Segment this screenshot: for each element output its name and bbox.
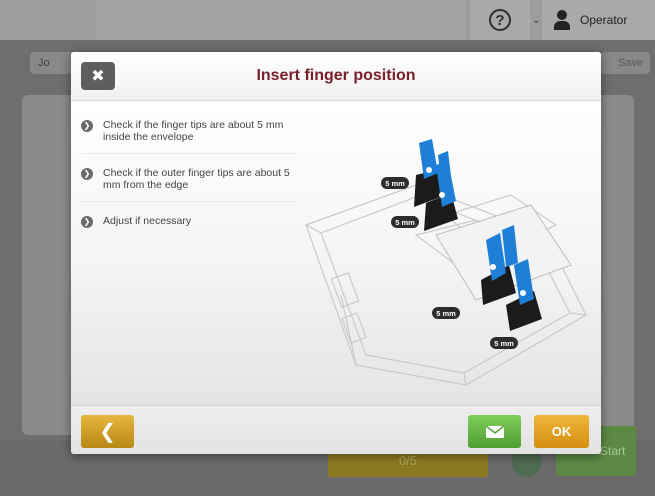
chevron-down-icon[interactable]: ⌄ (532, 15, 540, 26)
svg-text:5 mm: 5 mm (385, 179, 405, 188)
start-label: Start (600, 444, 626, 458)
chevron-right-icon: ❯ (81, 168, 93, 180)
measure-label: 5 mm (432, 307, 460, 319)
dialog-header: Insert finger position ✖ (71, 52, 601, 101)
instruction-step: ❯ Adjust if necessary (81, 211, 296, 238)
envelope-button[interactable] (468, 415, 521, 448)
instruction-text: Check if the outer finger tips are about… (103, 167, 290, 191)
measure-label: 5 mm (490, 337, 518, 349)
envelope-icon (485, 424, 504, 438)
chevron-left-icon: ❮ (99, 421, 116, 443)
counter-value: 0/5 (398, 453, 418, 468)
instruction-text: Check if the finger tips are about 5 mm … (103, 119, 284, 143)
instruction-step: ❯ Check if the outer finger tips are abo… (81, 163, 296, 202)
ok-label: OK (551, 424, 572, 439)
user-label: Operator (580, 13, 628, 27)
user-menu[interactable]: Operator (542, 0, 655, 40)
instruction-text: Adjust if necessary (103, 215, 192, 227)
ok-button[interactable]: OK (534, 415, 589, 448)
dialog-title: Insert finger position (256, 67, 416, 84)
close-icon: ✖ (91, 68, 105, 85)
save-button[interactable]: Save (600, 52, 650, 74)
save-label: Save (618, 57, 644, 69)
chevron-right-icon: ❯ (81, 120, 93, 132)
dialog-footer: ❮ OK (71, 405, 601, 454)
dialog-content: ❯ Check if the finger tips are about 5 m… (71, 101, 601, 405)
measure-label: 5 mm (381, 177, 409, 189)
back-button[interactable]: ❮ (81, 415, 134, 448)
close-button[interactable]: ✖ (81, 62, 115, 90)
instruction-step: ❯ Check if the finger tips are about 5 m… (81, 115, 296, 154)
finger-position-illustration: 5 mm 5 mm 5 mm 5 mm (305, 139, 587, 386)
svg-text:5 mm: 5 mm (395, 218, 415, 227)
measure-label: 5 mm (391, 216, 419, 228)
question-circle-icon: ? (489, 9, 511, 31)
jobs-label: Jo (38, 57, 50, 69)
svg-text:5 mm: 5 mm (494, 339, 514, 348)
insert-finger-dialog: Insert finger position ✖ ❯ Check if the … (71, 52, 601, 454)
top-bar-field (96, 0, 466, 40)
user-icon (554, 10, 570, 30)
top-bar: ? ⌄ Operator (0, 0, 655, 40)
instruction-list: ❯ Check if the finger tips are about 5 m… (81, 115, 296, 247)
chevron-right-icon: ❯ (81, 216, 93, 228)
svg-text:5 mm: 5 mm (436, 309, 456, 318)
help-button[interactable]: ? (470, 0, 530, 40)
